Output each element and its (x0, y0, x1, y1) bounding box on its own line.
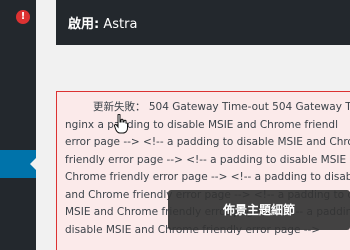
error-line: nginx a padding to disable MSIE and Chro… (65, 118, 338, 131)
sidebar-current-arrow (30, 158, 36, 170)
active-theme-label: 啟用: (68, 17, 100, 32)
active-theme-name: Astra (103, 17, 138, 32)
error-line: Chrome friendly error page --> <!-- a pa… (65, 171, 350, 183)
admin-sidebar (0, 0, 36, 250)
hand-cursor-icon (114, 114, 128, 134)
error-line: error page --> <!-- a padding to disable… (65, 136, 350, 148)
error-line: friendly error page --> <!-- a padding t… (65, 153, 350, 166)
error-line: 更新失敗： 504 Gateway Time-out 504 Gateway T… (93, 101, 350, 113)
exclamation-icon: ! (16, 10, 30, 24)
active-theme-bar[interactable]: 啟用: Astra (56, 0, 350, 45)
theme-details-button[interactable]: 佈景主題細節 (168, 190, 350, 230)
